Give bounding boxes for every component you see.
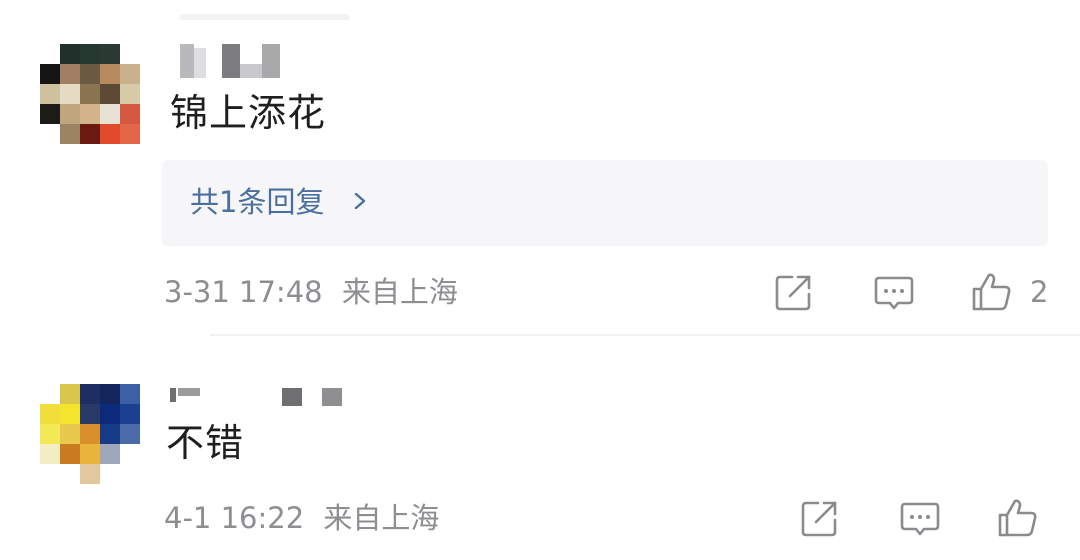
comment-icon [874,276,914,310]
comment-divider [210,334,1080,336]
timestamp: 3-31 17:48 [164,275,323,309]
username[interactable] [180,44,290,80]
comment-meta: 3-31 17:48 来自上海 [164,274,458,310]
like-count: 2 [1030,275,1049,309]
comment-button[interactable] [898,496,942,540]
top-divider [180,14,350,20]
replies-panel[interactable]: 共1条回复 [162,160,1048,246]
view-replies-link[interactable]: 共1条回复 [190,184,324,220]
thumbs-up-icon [998,499,1037,537]
location: 来自上海 [341,275,458,309]
comment-text: 不错 [166,421,245,465]
share-icon [801,501,837,537]
comment-meta: 4-1 16:22 来自上海 [164,500,439,536]
comment-text: 锦上添花 [170,91,327,135]
share-icon [775,275,811,311]
like-button[interactable] [970,270,1014,314]
username[interactable] [170,386,350,408]
like-button[interactable] [996,496,1040,540]
share-button[interactable] [798,496,842,540]
comment-button[interactable] [872,270,916,314]
avatar[interactable] [40,44,142,144]
timestamp: 4-1 16:22 [164,501,305,535]
location: 来自上海 [323,501,440,535]
chevron-right-icon [354,193,366,209]
avatar[interactable] [40,384,142,488]
comment-icon [900,502,940,536]
thumbs-up-icon [972,273,1011,311]
share-button[interactable] [772,270,816,314]
